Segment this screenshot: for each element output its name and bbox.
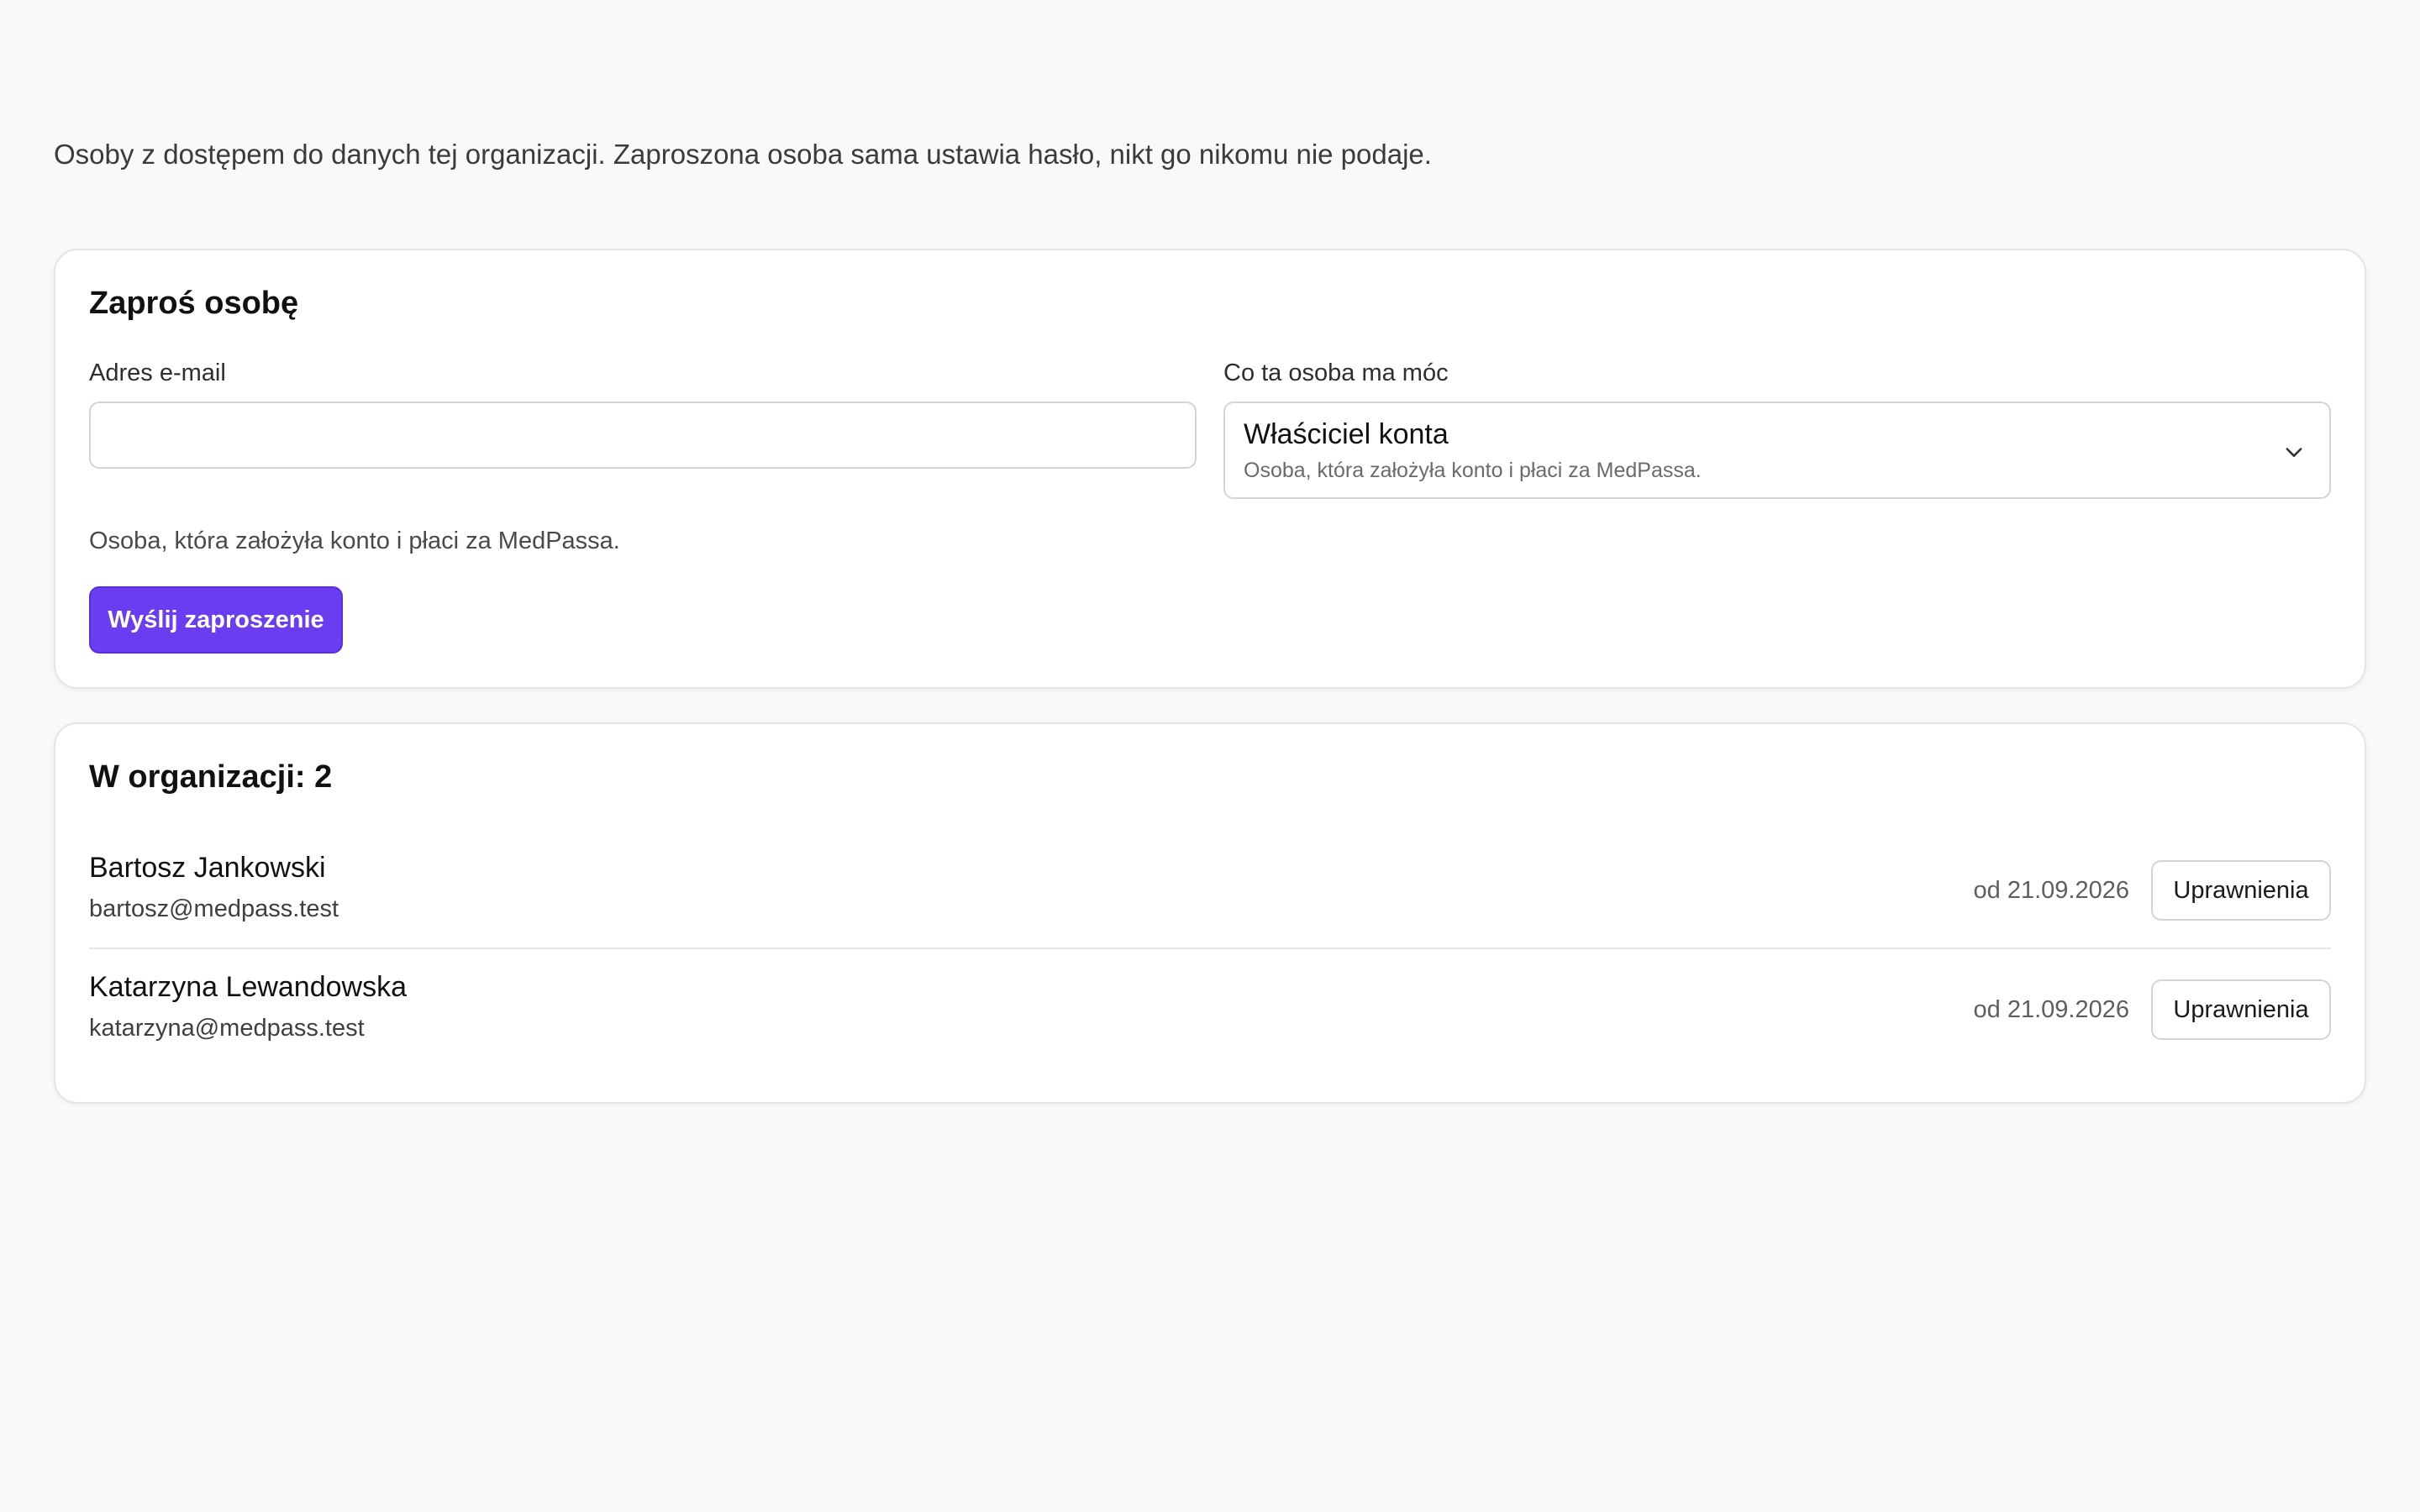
chevron-down-icon [2286, 448, 2302, 457]
member-name: Katarzyna Lewandowska [89, 971, 408, 1003]
member-since-date: od 21.09.2026 [1973, 996, 2129, 1023]
role-select[interactable]: Właściciel konta Osoba, która założyła k… [1223, 402, 2331, 499]
member-email: bartosz@medpass.test [89, 895, 339, 922]
member-row: Bartosz Jankowski bartosz@medpass.test o… [89, 832, 2331, 949]
members-count-title: W organizacji: 2 [89, 759, 333, 795]
member-name: Bartosz Jankowski [89, 852, 326, 884]
member-row: Katarzyna Lewandowska katarzyna@medpass.… [89, 951, 2331, 1068]
role-selected-description: Osoba, która założyła konto i płaci za M… [1244, 459, 1702, 482]
member-email: katarzyna@medpass.test [89, 1015, 365, 1042]
email-label: Adres e-mail [89, 360, 226, 386]
email-field[interactable] [89, 402, 1197, 469]
intro-text: Osoby z dostępem do danych tej organizac… [54, 139, 1432, 170]
role-label: Co ta osoba ma móc [1223, 360, 1449, 386]
member-since-date: od 21.09.2026 [1973, 877, 2129, 904]
permissions-button[interactable]: Uprawnienia [2151, 860, 2331, 921]
permissions-button[interactable]: Uprawnienia [2151, 979, 2331, 1040]
role-selected-title: Właściciel konta [1244, 418, 1449, 450]
invite-title: Zaproś osobę [89, 286, 299, 321]
role-helper-text: Osoba, która założyła konto i płaci za M… [89, 528, 620, 554]
members-page: Osoby z dostępem do danych tej organizac… [0, 0, 2420, 1512]
send-invite-button[interactable]: Wyślij zaproszenie [89, 586, 343, 654]
